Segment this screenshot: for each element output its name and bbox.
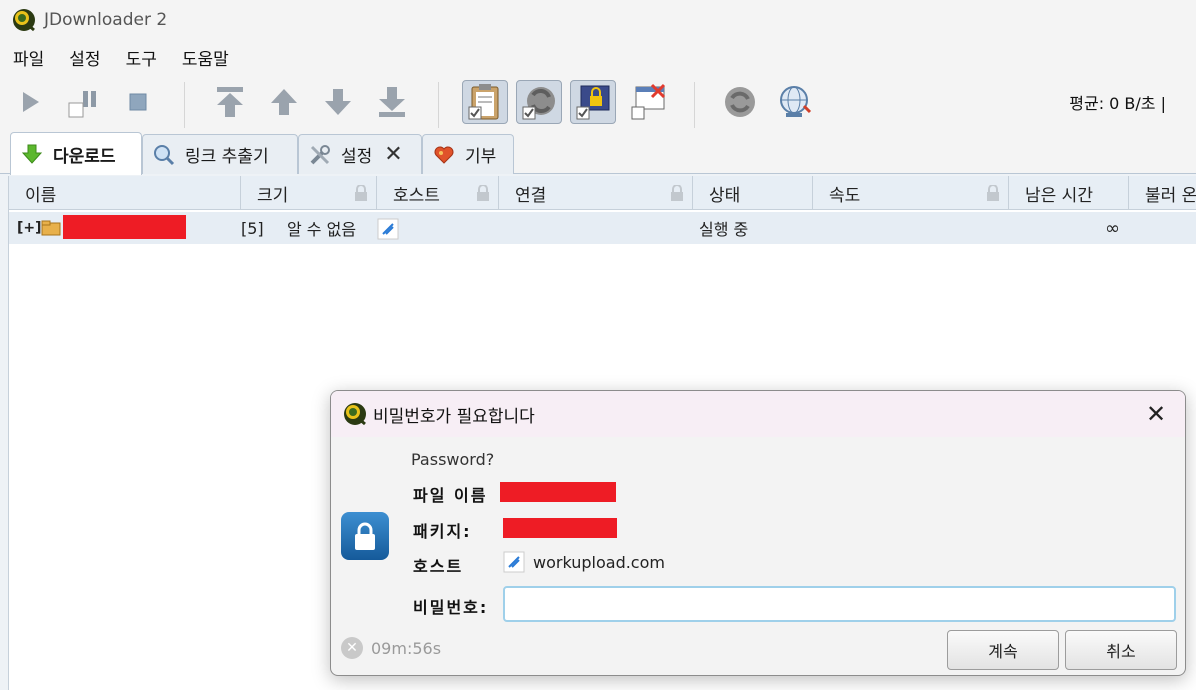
redacted-package-name bbox=[63, 215, 186, 239]
timer-cancel-icon[interactable]: ✕ bbox=[341, 637, 363, 659]
move-up-button[interactable] bbox=[264, 80, 304, 124]
toolbar-separator bbox=[438, 82, 439, 128]
toolbar: 평균: 0 B/초 | bbox=[0, 74, 1196, 130]
title-bar: JDownloader 2 bbox=[0, 0, 1196, 40]
row-status: 실행 중 bbox=[699, 220, 749, 239]
countdown-timer: ✕ 09m:56s bbox=[341, 637, 441, 659]
column-header-eta[interactable]: 남은 시간 bbox=[1009, 176, 1129, 210]
package-label: 패키지: bbox=[413, 522, 472, 541]
lock-icon bbox=[355, 185, 367, 201]
tab-label: 링크 추출기 bbox=[185, 147, 269, 167]
row-eta: ∞ bbox=[1105, 217, 1120, 239]
menu-tools[interactable]: 도구 bbox=[113, 45, 169, 70]
arrow-up-icon bbox=[271, 89, 297, 115]
menu-help[interactable]: 도움말 bbox=[169, 45, 241, 70]
tab-label: 기부 bbox=[465, 147, 497, 167]
jdownloader-logo-icon bbox=[344, 403, 366, 426]
host-value-row: workupload.com bbox=[503, 551, 665, 573]
host-favicon-icon bbox=[503, 551, 525, 573]
download-arrow-icon bbox=[21, 144, 43, 164]
password-dialog: 비밀번호가 필요합니다 ✕ Password? 파일 이름 패키지: 호스트 w… bbox=[330, 390, 1186, 676]
password-question: Password? bbox=[411, 450, 495, 469]
refresh-icon bbox=[725, 87, 755, 117]
column-header-speed[interactable]: 속도 bbox=[813, 176, 1009, 210]
move-to-top-icon bbox=[217, 87, 243, 117]
move-down-button[interactable] bbox=[318, 80, 358, 124]
redacted-package bbox=[503, 518, 617, 538]
column-header-host[interactable]: 호스트 bbox=[377, 176, 499, 210]
heart-icon bbox=[434, 146, 454, 164]
tab-bar: 다운로드 링크 추출기 설정 ✕ 기부 bbox=[0, 130, 1196, 175]
column-header-loaded[interactable]: 불러 온 bbox=[1129, 176, 1196, 210]
jdownloader-logo-icon bbox=[13, 9, 35, 32]
move-top-button[interactable] bbox=[210, 80, 250, 124]
padlock-icon bbox=[341, 512, 389, 560]
start-button[interactable] bbox=[10, 80, 50, 124]
auto-reconnect-toggle[interactable] bbox=[516, 80, 562, 124]
table-row[interactable]: [+] [5] 알 수 없음 실행 중 ∞ bbox=[9, 212, 1196, 244]
column-header-name[interactable]: 이름 bbox=[9, 176, 241, 210]
stop-button[interactable] bbox=[118, 80, 158, 124]
pause-icon bbox=[68, 91, 96, 118]
reconnect-button[interactable] bbox=[720, 80, 760, 124]
cancel-button[interactable]: 취소 bbox=[1065, 630, 1177, 670]
row-host: 알 수 없음 bbox=[287, 220, 357, 239]
play-icon bbox=[23, 92, 39, 112]
table-header: 이름 크기 호스트 연결 상태 속도 남은 시간 불러 온 bbox=[9, 176, 1196, 210]
package-icon bbox=[41, 220, 61, 236]
pause-button[interactable] bbox=[64, 80, 104, 124]
timer-text: 09m:56s bbox=[371, 638, 442, 658]
arrow-down-icon bbox=[325, 89, 351, 115]
lock-icon bbox=[477, 185, 489, 201]
close-icon[interactable]: ✕ bbox=[1143, 400, 1169, 428]
move-to-bottom-icon bbox=[379, 87, 405, 117]
expand-toggle[interactable]: [+] bbox=[17, 212, 42, 244]
tab-label: 다운로드 bbox=[53, 146, 116, 167]
host-favicon-icon bbox=[377, 218, 399, 240]
tools-icon bbox=[310, 144, 330, 164]
tab-label: 설정 bbox=[341, 147, 373, 167]
clipboard-icon bbox=[468, 84, 499, 120]
lock-icon bbox=[987, 185, 999, 201]
app-title: JDownloader 2 bbox=[44, 10, 168, 30]
menu-settings[interactable]: 설정 bbox=[56, 45, 112, 70]
filename-label: 파일 이름 bbox=[413, 486, 488, 505]
toolbar-separator bbox=[184, 82, 185, 128]
host-value: workupload.com bbox=[533, 552, 665, 572]
redacted-filename bbox=[500, 482, 616, 502]
tab-downloads[interactable]: 다운로드 bbox=[10, 132, 142, 175]
tab-settings[interactable]: 설정 ✕ bbox=[298, 134, 422, 174]
monitor-lock-icon bbox=[576, 85, 610, 120]
silent-mode-toggle[interactable] bbox=[626, 80, 672, 124]
tab-linkgrabber[interactable]: 링크 추출기 bbox=[142, 134, 298, 174]
close-tab-icon[interactable]: ✕ bbox=[384, 142, 402, 167]
lock-icon bbox=[671, 185, 683, 201]
toolbar-separator bbox=[694, 82, 695, 128]
globe-update-icon bbox=[780, 86, 812, 117]
window-close-icon bbox=[631, 83, 666, 120]
column-header-connection[interactable]: 연결 bbox=[499, 176, 693, 210]
tab-donate[interactable]: 기부 bbox=[422, 134, 514, 174]
menu-file[interactable]: 파일 bbox=[0, 45, 56, 70]
reconnect-icon bbox=[522, 87, 555, 120]
update-button[interactable] bbox=[774, 80, 814, 124]
average-speed: 평균: 0 B/초 | bbox=[1069, 94, 1166, 113]
magnifier-icon bbox=[154, 144, 175, 165]
move-bottom-button[interactable] bbox=[372, 80, 412, 124]
continue-button[interactable]: 계속 bbox=[947, 630, 1059, 670]
menu-bar: 파일 설정 도구 도움말 bbox=[0, 40, 1196, 74]
dialog-title-bar: 비밀번호가 필요합니다 ✕ bbox=[331, 391, 1185, 437]
premium-toggle[interactable] bbox=[570, 80, 616, 124]
row-size: [5] bbox=[241, 218, 264, 238]
column-header-status[interactable]: 상태 bbox=[693, 176, 813, 210]
dialog-title: 비밀번호가 필요합니다 bbox=[373, 406, 535, 427]
host-label: 호스트 bbox=[413, 557, 464, 576]
password-input[interactable] bbox=[503, 586, 1176, 622]
password-label: 비밀번호: bbox=[413, 598, 489, 617]
clipboard-observer-toggle[interactable] bbox=[462, 80, 508, 124]
stop-icon bbox=[129, 93, 147, 111]
column-header-size[interactable]: 크기 bbox=[241, 176, 377, 210]
